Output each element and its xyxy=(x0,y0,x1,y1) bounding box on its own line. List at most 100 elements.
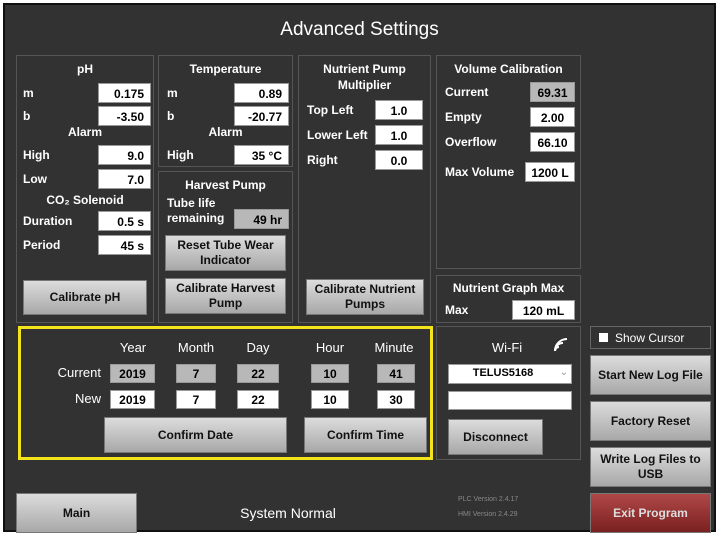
write-log-label-2: USB xyxy=(637,467,664,481)
co2-duration-field[interactable]: 0.5 s xyxy=(98,211,151,231)
new-row-label: New xyxy=(74,391,101,406)
temperature-b-label: b xyxy=(167,109,175,123)
ph-b-field[interactable]: -3.50 xyxy=(98,106,151,126)
top-left-field[interactable]: 1.0 xyxy=(375,100,423,120)
calibrate-harvest-label-1: Calibrate Harvest xyxy=(176,281,275,295)
ph-high-label: High xyxy=(23,148,50,162)
calibrate-nutrient-label-1: Calibrate Nutrient xyxy=(314,282,416,296)
ph-m-label: m xyxy=(23,86,34,100)
ph-b-label: b xyxy=(23,109,31,123)
harvest-pump-panel: Harvest Pump Tube life remaining 49 hr R… xyxy=(158,171,293,323)
show-cursor-checkbox[interactable]: Show Cursor xyxy=(590,326,711,349)
reset-tube-wear-label-1: Reset Tube Wear xyxy=(177,238,274,252)
main-button[interactable]: Main xyxy=(16,493,137,533)
harvest-pump-heading: Harvest Pump xyxy=(185,178,266,192)
max-volume-label: Max Volume xyxy=(445,165,515,179)
nutrient-graph-panel: Nutrient Graph Max Max 120 mL xyxy=(436,275,581,323)
reset-tube-wear-button[interactable]: Reset Tube Wear Indicator xyxy=(165,235,286,271)
new-day-field[interactable]: 22 xyxy=(237,390,279,409)
calibrate-nutrient-label-2: Pumps xyxy=(344,297,385,311)
volume-calibration-panel: Volume Calibration Current 69.31 Empty 2… xyxy=(436,55,581,269)
volume-calibration-heading: Volume Calibration xyxy=(454,62,563,76)
new-year-field[interactable]: 2019 xyxy=(110,390,155,409)
wifi-network-value: TELUS5168 xyxy=(472,367,534,379)
temperature-alarm-heading: Alarm xyxy=(208,125,243,139)
hmi-version: HMI Version 2.4.29 xyxy=(458,511,518,518)
wifi-disconnect-button[interactable]: Disconnect xyxy=(448,419,543,455)
reset-tube-wear-label-2: Indicator xyxy=(200,253,251,267)
write-log-files-button[interactable]: Write Log Files to USB xyxy=(590,447,711,487)
temperature-high-field[interactable]: 35 °C xyxy=(234,145,289,165)
year-header: Year xyxy=(119,340,147,355)
nutrient-pump-panel: Nutrient Pump Multiplier Top Left 1.0 Lo… xyxy=(298,55,431,323)
nutrient-pump-heading-1: Nutrient Pump xyxy=(323,62,406,76)
wifi-network-select[interactable]: TELUS5168 ⌄ xyxy=(448,364,572,384)
ph-alarm-heading: Alarm xyxy=(67,125,102,139)
co2-duration-label: Duration xyxy=(23,214,73,228)
ph-low-field[interactable]: 7.0 xyxy=(98,169,151,189)
tube-life-label-line1: Tube life xyxy=(167,196,216,210)
write-log-label-1: Write Log Files to xyxy=(600,452,701,466)
tube-life-label: Tube life remaining xyxy=(167,196,224,226)
current-hour: 10 xyxy=(311,364,349,383)
max-volume-field[interactable]: 1200 L xyxy=(525,162,575,182)
volume-overflow-label: Overflow xyxy=(445,135,497,149)
month-header: Month xyxy=(177,340,215,355)
calibrate-nutrient-pumps-button[interactable]: Calibrate Nutrient Pumps xyxy=(306,279,424,315)
co2-heading: CO₂ Solenoid xyxy=(46,193,124,207)
ph-heading: pH xyxy=(77,62,93,76)
volume-empty-field[interactable]: 2.00 xyxy=(530,107,575,127)
current-year: 2019 xyxy=(110,364,155,383)
start-new-log-button[interactable]: Start New Log File xyxy=(590,355,711,395)
nutrient-graph-max-label: Max xyxy=(445,303,469,317)
right-field[interactable]: 0.0 xyxy=(375,150,423,170)
new-month-field[interactable]: 7 xyxy=(176,390,216,409)
volume-empty-label: Empty xyxy=(445,110,482,124)
new-hour-field[interactable]: 10 xyxy=(311,390,349,409)
lower-left-field[interactable]: 1.0 xyxy=(375,125,423,145)
lower-left-label: Lower Left xyxy=(307,128,368,142)
hmi-screen: Advanced Settings pH m 0.175 b -3.50 Ala… xyxy=(3,3,716,533)
volume-overflow-field[interactable]: 66.10 xyxy=(530,132,575,152)
temperature-panel: Temperature m 0.89 b -20.77 Alarm High 3… xyxy=(158,55,293,167)
wifi-panel: Wi-Fi TELUS5168 ⌄ Disconnect xyxy=(436,326,581,460)
confirm-time-button[interactable]: Confirm Time xyxy=(304,417,427,453)
temperature-b-field[interactable]: -20.77 xyxy=(234,106,289,126)
temperature-heading: Temperature xyxy=(189,62,262,76)
show-cursor-label: Show Cursor xyxy=(615,331,685,345)
current-minute: 41 xyxy=(377,364,415,383)
nutrient-graph-max-field[interactable]: 120 mL xyxy=(512,300,575,320)
tube-life-label-line2: remaining xyxy=(167,211,225,225)
plc-version: PLC Version 2.4.17 xyxy=(458,496,519,503)
factory-reset-button[interactable]: Factory Reset xyxy=(590,401,711,441)
wifi-signal-icon xyxy=(553,337,569,353)
confirm-date-button[interactable]: Confirm Date xyxy=(104,417,287,453)
current-day: 22 xyxy=(237,364,279,383)
wifi-password-field[interactable] xyxy=(448,391,572,410)
calibrate-ph-button[interactable]: Calibrate pH xyxy=(23,280,147,315)
calibrate-harvest-label-2: Pump xyxy=(208,296,243,310)
exit-program-button[interactable]: Exit Program xyxy=(590,493,711,533)
co2-period-label: Period xyxy=(23,238,61,252)
temperature-m-field[interactable]: 0.89 xyxy=(234,83,289,103)
ph-high-field[interactable]: 9.0 xyxy=(98,145,151,165)
temperature-high-label: High xyxy=(167,148,194,162)
top-left-label: Top Left xyxy=(307,103,354,117)
tube-life-value: 49 hr xyxy=(234,209,289,229)
ph-m-field[interactable]: 0.175 xyxy=(98,83,151,103)
date-time-panel: Year Month Day Hour Minute Current 2019 … xyxy=(18,326,433,460)
hour-header: Hour xyxy=(315,340,345,355)
nutrient-pump-heading-2: Multiplier xyxy=(337,78,392,92)
nutrient-graph-heading: Nutrient Graph Max xyxy=(452,281,565,295)
volume-current-value: 69.31 xyxy=(530,82,575,102)
calibrate-harvest-pump-button[interactable]: Calibrate Harvest Pump xyxy=(165,278,286,314)
current-row-label: Current xyxy=(57,365,101,380)
new-minute-field[interactable]: 30 xyxy=(377,390,415,409)
ph-low-label: Low xyxy=(23,172,47,186)
wifi-label: Wi-Fi xyxy=(491,340,523,355)
chevron-down-icon[interactable]: ⌄ xyxy=(560,367,568,378)
co2-period-field[interactable]: 45 s xyxy=(98,235,151,255)
current-month: 7 xyxy=(176,364,216,383)
day-header: Day xyxy=(246,340,270,355)
show-cursor-check-icon xyxy=(599,333,608,342)
